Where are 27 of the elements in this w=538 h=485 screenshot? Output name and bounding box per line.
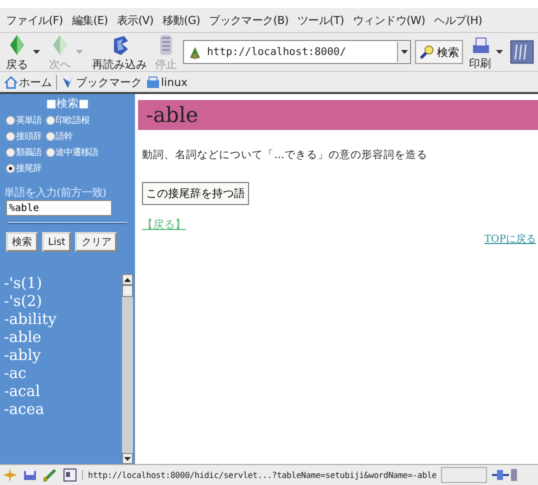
menu-item[interactable]: ブックマーク(B)	[209, 12, 289, 28]
word-input-field[interactable]: %able	[6, 200, 112, 216]
reload-button[interactable]: 再読み込み	[90, 33, 149, 71]
status-url: http://localhost:8000/hidic/servlet...?tableName=setubiji&wordName=-able	[82, 470, 437, 480]
top-link[interactable]: TOPに戻る	[484, 232, 536, 246]
bookmark-item[interactable]: linux	[146, 75, 188, 89]
menu-item[interactable]: ヘルプ(H)	[434, 12, 482, 28]
words-button[interactable]: この接尾辞を持つ語	[142, 182, 249, 205]
menu-item[interactable]: ツール(T)	[298, 12, 344, 28]
form-button[interactable]: 検索	[6, 232, 38, 252]
menu-item[interactable]: 移動(G)	[162, 12, 200, 28]
back-button[interactable]: 戻る	[4, 33, 30, 71]
form-button[interactable]: クリア	[75, 232, 118, 252]
title-banner: -able	[138, 100, 538, 130]
input-label: 単語を入力(前方一致)	[4, 185, 108, 200]
menu-item[interactable]: 編集(E)	[72, 12, 108, 28]
menu-item[interactable]: ファイル(F)	[6, 12, 63, 28]
search-button[interactable]: 検索	[415, 40, 463, 64]
form-button[interactable]: List	[42, 232, 72, 252]
search-heading: ■検索■	[45, 96, 90, 111]
print-button[interactable]: 印刷	[467, 34, 493, 70]
bookmark-item[interactable]: ブックマーク	[61, 74, 142, 90]
bookmark-item[interactable]: ホーム	[4, 74, 52, 90]
menu-item[interactable]: 表示(V)	[116, 12, 154, 28]
description-text: 動詞、名詞などについて「…できる」の意の形容詞を造る	[142, 148, 428, 162]
menu-item[interactable]: ウィンドウ(W)	[353, 12, 426, 28]
address-field[interactable]: http://localhost:8000/	[183, 40, 411, 64]
